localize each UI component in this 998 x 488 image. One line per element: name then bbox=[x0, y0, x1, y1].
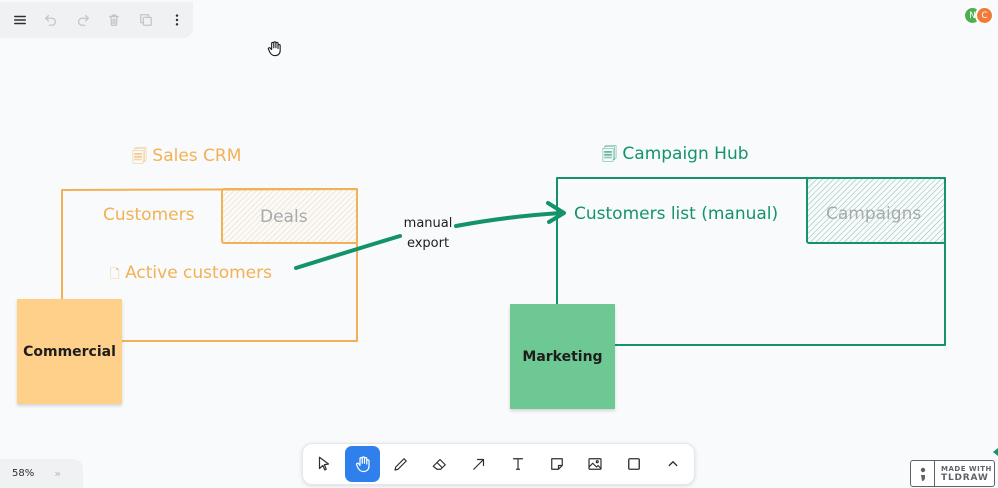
customers-section-label[interactable]: Customers bbox=[103, 205, 194, 225]
eraser-icon[interactable] bbox=[422, 446, 458, 482]
expand-minimap-icon[interactable]: » bbox=[54, 467, 61, 480]
hand-icon[interactable] bbox=[344, 446, 381, 482]
tool-toolbar bbox=[302, 443, 695, 485]
active-customers-item[interactable]: 🗋 Active customers bbox=[110, 263, 272, 286]
sticky-note-commercial[interactable]: Commercial bbox=[17, 299, 122, 404]
zoom-level[interactable]: 58% bbox=[12, 468, 34, 479]
trash-icon[interactable] bbox=[99, 4, 131, 36]
arrow-label-line1: manual bbox=[403, 216, 453, 231]
rectangle-icon[interactable] bbox=[616, 446, 652, 482]
drawing-layer bbox=[61, 177, 998, 456]
arrow-label-line2: export bbox=[406, 236, 450, 251]
arrow-icon[interactable] bbox=[461, 446, 497, 482]
duplicate-icon[interactable] bbox=[130, 4, 162, 36]
corner-marker bbox=[993, 448, 998, 456]
sticky-note-marketing[interactable]: Marketing bbox=[510, 304, 615, 409]
made-with-tldraw-badge[interactable]: MADE WITH TLDRAW bbox=[910, 460, 995, 487]
main-menu-panel bbox=[0, 2, 193, 38]
canvas[interactable]: 🗐 Sales CRM Customers Deals 🗋 Active cus… bbox=[0, 0, 998, 488]
more-vertical-icon[interactable] bbox=[162, 4, 194, 36]
tldraw-logo-icon bbox=[911, 461, 935, 486]
active-customers-label: Active customers bbox=[125, 263, 272, 283]
document-stack-icon: 🗐 bbox=[132, 147, 147, 165]
campaign-hub-title[interactable]: 🗐 Campaign Hub bbox=[602, 144, 749, 169]
pencil-icon[interactable] bbox=[384, 446, 420, 482]
document-stack-icon: 🗐 bbox=[602, 145, 617, 163]
hand-cursor-icon bbox=[266, 40, 283, 61]
deals-label[interactable]: Deals bbox=[260, 207, 308, 227]
badge-line2: TLDRAW bbox=[941, 472, 989, 483]
undo-icon[interactable] bbox=[36, 4, 68, 36]
zoom-panel: 58% » bbox=[0, 459, 83, 488]
document-icon: 🗋 bbox=[110, 267, 120, 281]
arrow-label[interactable]: manual export bbox=[397, 214, 459, 254]
avatar-c[interactable]: C bbox=[975, 6, 994, 25]
sales-crm-title[interactable]: 🗐 Sales CRM bbox=[132, 146, 241, 171]
cursor-icon[interactable] bbox=[306, 446, 342, 482]
hamburger-menu-icon[interactable] bbox=[4, 4, 36, 36]
redo-icon[interactable] bbox=[67, 4, 99, 36]
campaigns-label[interactable]: Campaigns bbox=[826, 204, 921, 224]
chevron-up-icon[interactable] bbox=[655, 446, 691, 482]
sales-crm-title-text: Sales CRM bbox=[152, 146, 242, 166]
customers-list-item[interactable]: Customers list (manual) bbox=[574, 204, 778, 224]
image-icon[interactable] bbox=[578, 446, 614, 482]
campaign-hub-title-text: Campaign Hub bbox=[622, 144, 749, 164]
sticky-note-icon[interactable] bbox=[539, 446, 575, 482]
text-icon[interactable] bbox=[500, 446, 536, 482]
